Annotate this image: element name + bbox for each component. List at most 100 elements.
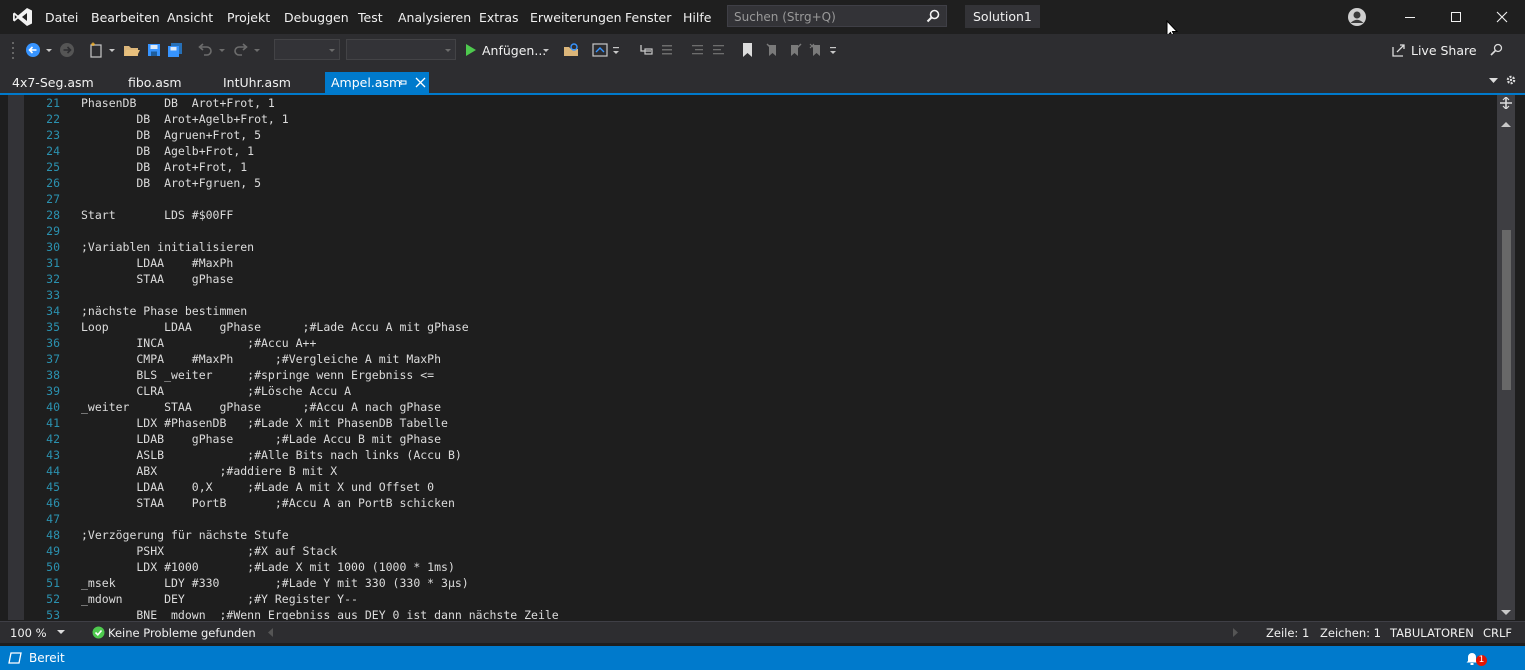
char-indicator[interactable]: Zeichen: 1 — [1320, 626, 1381, 640]
comment-lines-icon[interactable] — [690, 42, 706, 58]
status-ready-icon — [8, 652, 22, 664]
line-number: 46 — [46, 496, 60, 510]
step-icon[interactable] — [638, 42, 654, 58]
visual-studio-logo-icon[interactable] — [12, 6, 34, 28]
redo-icon[interactable] — [231, 42, 249, 58]
solution-platform-combo[interactable] — [346, 39, 456, 60]
account-avatar-icon[interactable] — [1347, 7, 1367, 27]
code-editor[interactable]: 21 PhasenDB DB Arot+Frot, 1 22 DB Arot+Ag… — [8, 95, 1497, 620]
document-tabs: 4x7-Seg.asm fibo.asm IntUhr.asm Ampel.as… — [0, 68, 1525, 93]
vertical-scrollbar[interactable] — [1497, 95, 1515, 620]
line-number: 26 — [46, 176, 60, 190]
menu-projekt[interactable]: Projekt — [227, 10, 270, 25]
scroll-up-arrow-icon[interactable] — [1501, 120, 1511, 128]
line-ending-indicator[interactable]: CRLF — [1483, 626, 1512, 640]
new-project-icon[interactable] — [88, 42, 104, 58]
tab-4x7-seg-asm[interactable]: 4x7-Seg.asm — [6, 72, 100, 93]
line-number: 31 — [46, 256, 60, 270]
save-icon[interactable] — [146, 42, 162, 58]
menu-ansicht[interactable]: Ansicht — [167, 10, 213, 25]
live-share-button[interactable]: Live Share — [1411, 43, 1477, 58]
search-box[interactable]: Suchen (Strg+Q) — [727, 5, 947, 27]
step-over-icon[interactable] — [660, 42, 676, 58]
line-text: LDAA 0,X ;#Lade A mit X und Offset 0 — [81, 480, 435, 494]
scroll-down-arrow-icon[interactable] — [1501, 609, 1511, 617]
tab-label: Ampel.asm — [331, 75, 402, 90]
play-icon[interactable] — [465, 43, 477, 59]
zoom-level-combo[interactable]: 100 % — [10, 626, 47, 640]
menu-extras[interactable]: Extras — [479, 10, 519, 25]
undo-dropdown-icon[interactable] — [218, 42, 226, 58]
feedback-icon[interactable] — [1489, 42, 1505, 58]
line-number: 42 — [46, 432, 60, 446]
undo-icon[interactable] — [197, 42, 215, 58]
previous-bookmark-icon[interactable] — [765, 42, 781, 58]
chevron-down-icon — [328, 43, 336, 57]
attach-dropdown-icon[interactable] — [542, 42, 550, 58]
line-text: _msek LDY #330 ;#Lade Y mit 330 (330 * 3… — [81, 576, 469, 590]
solution-explorer-icon[interactable] — [592, 42, 608, 58]
line-number: 32 — [46, 272, 60, 286]
settings-gear-icon[interactable] — [1505, 74, 1517, 86]
line-text: Start LDS #$00FF — [81, 208, 234, 222]
search-input[interactable]: Suchen (Strg+Q) — [734, 10, 836, 24]
menu-test[interactable]: Test — [358, 10, 383, 25]
menu-hilfe[interactable]: Hilfe — [683, 10, 711, 25]
next-bookmark-icon[interactable] — [787, 42, 803, 58]
redo-dropdown-icon[interactable] — [253, 42, 261, 58]
line-text: ;nächste Phase bestimmen — [81, 304, 248, 318]
menu-bearbeiten[interactable]: Bearbeiten — [91, 10, 160, 25]
menu-analysieren[interactable]: Analysieren — [398, 10, 471, 25]
navigate-forward-icon[interactable] — [59, 42, 75, 58]
line-text: PhasenDB DB Arot+Frot, 1 — [81, 96, 275, 110]
check-circle-icon — [92, 626, 105, 639]
tab-fibo-asm[interactable]: fibo.asm — [122, 72, 188, 93]
bookmark-icon[interactable] — [741, 42, 755, 58]
line-text: CLRA ;#Lösche Accu A — [81, 384, 352, 398]
line-number: 36 — [46, 336, 60, 350]
minimize-button[interactable] — [1387, 0, 1433, 34]
line-indicator[interactable]: Zeile: 1 — [1266, 626, 1309, 640]
editor-indicator-margin[interactable] — [8, 95, 24, 620]
clear-bookmarks-icon[interactable] — [809, 42, 825, 58]
open-file-icon[interactable] — [123, 42, 141, 58]
tab-list-dropdown-icon[interactable] — [1489, 77, 1498, 85]
close-window-button[interactable] — [1479, 0, 1525, 34]
status-text: Bereit — [29, 651, 65, 665]
new-project-dropdown-icon[interactable] — [108, 42, 116, 58]
attach-button[interactable]: Anfügen... — [482, 43, 546, 58]
tab-intuhr-asm[interactable]: IntUhr.asm — [217, 72, 297, 93]
menu-debuggen[interactable]: Debuggen — [284, 10, 349, 25]
indentation-indicator[interactable]: TABULATOREN — [1390, 626, 1474, 640]
navigate-back-icon[interactable] — [25, 42, 41, 58]
navigate-back-dropdown-icon[interactable] — [45, 42, 53, 58]
zoom-dropdown-icon[interactable] — [57, 629, 65, 635]
scrollbar-thumb[interactable] — [1502, 230, 1511, 390]
maximize-button[interactable] — [1433, 0, 1479, 34]
live-share-icon[interactable] — [1391, 42, 1407, 58]
split-window-icon[interactable] — [1500, 97, 1512, 109]
title-bar: Datei Bearbeiten Ansicht Projekt Debugge… — [0, 0, 1525, 39]
hscroll-left-arrow-icon[interactable] — [267, 628, 273, 637]
uncomment-lines-icon[interactable] — [711, 42, 727, 58]
line-text: PSHX ;#X auf Stack — [81, 544, 338, 558]
pin-tab-icon[interactable] — [398, 72, 407, 93]
notification-count-badge[interactable]: 1 — [1476, 655, 1487, 666]
solution-configuration-combo[interactable] — [274, 39, 340, 60]
save-all-icon[interactable] — [167, 42, 183, 58]
problems-status[interactable]: Keine Probleme gefunden — [108, 626, 256, 640]
close-tab-icon[interactable] — [415, 72, 426, 93]
menu-datei[interactable]: Datei — [45, 10, 78, 25]
tab-ampel-asm[interactable]: Ampel.asm — [325, 72, 429, 93]
hscroll-right-arrow-icon[interactable] — [1233, 628, 1239, 637]
line-text: DB Arot+Agelb+Frot, 1 — [81, 112, 289, 126]
find-in-files-icon[interactable] — [563, 42, 579, 58]
menu-erweiterungen[interactable]: Erweiterungen — [530, 10, 622, 25]
toolbar-overflow-icon[interactable] — [612, 46, 620, 62]
line-text: LDAB gPhase ;#Lade Accu B mit gPhase — [81, 432, 442, 446]
menu-fenster[interactable]: Fenster — [625, 10, 671, 25]
line-number: 37 — [46, 352, 60, 366]
tab-label: 4x7-Seg.asm — [12, 75, 94, 90]
search-icon[interactable] — [926, 9, 940, 23]
toolbar-overflow-icon[interactable] — [829, 46, 837, 62]
